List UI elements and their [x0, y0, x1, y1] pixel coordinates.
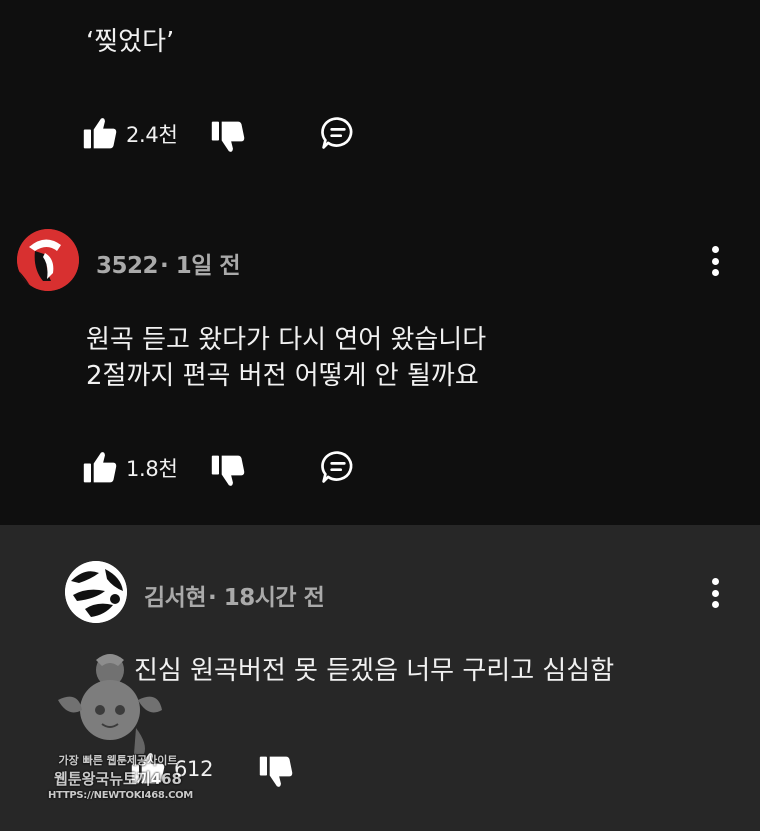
like-button[interactable]: 2.4천 [82, 116, 178, 152]
thumbs-down-icon [258, 753, 294, 789]
dislike-button[interactable] [210, 452, 246, 488]
reply-button[interactable] [320, 115, 356, 151]
more-vertical-icon [711, 578, 719, 585]
comment-meta: 김서현· 18시간 전 [144, 578, 325, 612]
author-name[interactable]: 김서현 [144, 585, 206, 611]
comment-bubble-icon [320, 115, 356, 151]
comment-text: ‘찢었다’ [86, 27, 175, 57]
thumbs-up-icon [82, 450, 118, 486]
watermark: 가장 빠른 웹툰제공사이트 웹툰왕국뉴토끼468 HTTPS://NEWTOKI… [48, 640, 193, 815]
thumbs-down-icon [210, 452, 246, 488]
dislike-button[interactable] [210, 118, 246, 154]
reply-button[interactable] [320, 449, 356, 485]
comment-item: 3522· 1일 전 원곡 듣고 왔다가 다시 연어 왔습니다 2절까지 편곡 … [0, 210, 760, 525]
avatar[interactable] [17, 229, 79, 291]
dislike-button[interactable] [258, 753, 294, 789]
timestamp: · 18시간 전 [207, 585, 325, 611]
more-options-button[interactable] [708, 578, 722, 608]
watermark-line-3: HTTPS://NEWTOKI468.COM [48, 790, 193, 801]
watermark-line-2: 웹툰왕국뉴토끼468 [54, 770, 182, 788]
like-button[interactable]: 1.8천 [82, 450, 178, 486]
like-count: 2.4천 [126, 123, 178, 147]
author-name[interactable]: 3522 [96, 253, 159, 279]
comment-text: 원곡 듣고 왔다가 다시 연어 왔습니다 2절까지 편곡 버전 어떻게 안 될까… [86, 325, 487, 391]
watermark-mascot-icon [58, 654, 162, 754]
comment-meta: 3522· 1일 전 [96, 246, 241, 280]
thumbs-down-icon [210, 118, 246, 154]
comment-text: 진심 원곡버전 못 듣겠음 너무 구리고 심심함 [134, 656, 615, 686]
thumbs-up-icon [82, 116, 118, 152]
comment-item: ‘찢었다’ 2.4천 [0, 0, 760, 210]
timestamp: · 1일 전 [160, 253, 241, 279]
avatar[interactable] [65, 561, 127, 623]
like-count: 1.8천 [126, 457, 178, 481]
comment-bubble-icon [320, 449, 356, 485]
watermark-line-1: 가장 빠른 웹툰제공사이트 [58, 754, 178, 767]
more-options-button[interactable] [708, 246, 722, 276]
more-vertical-icon [711, 246, 719, 253]
